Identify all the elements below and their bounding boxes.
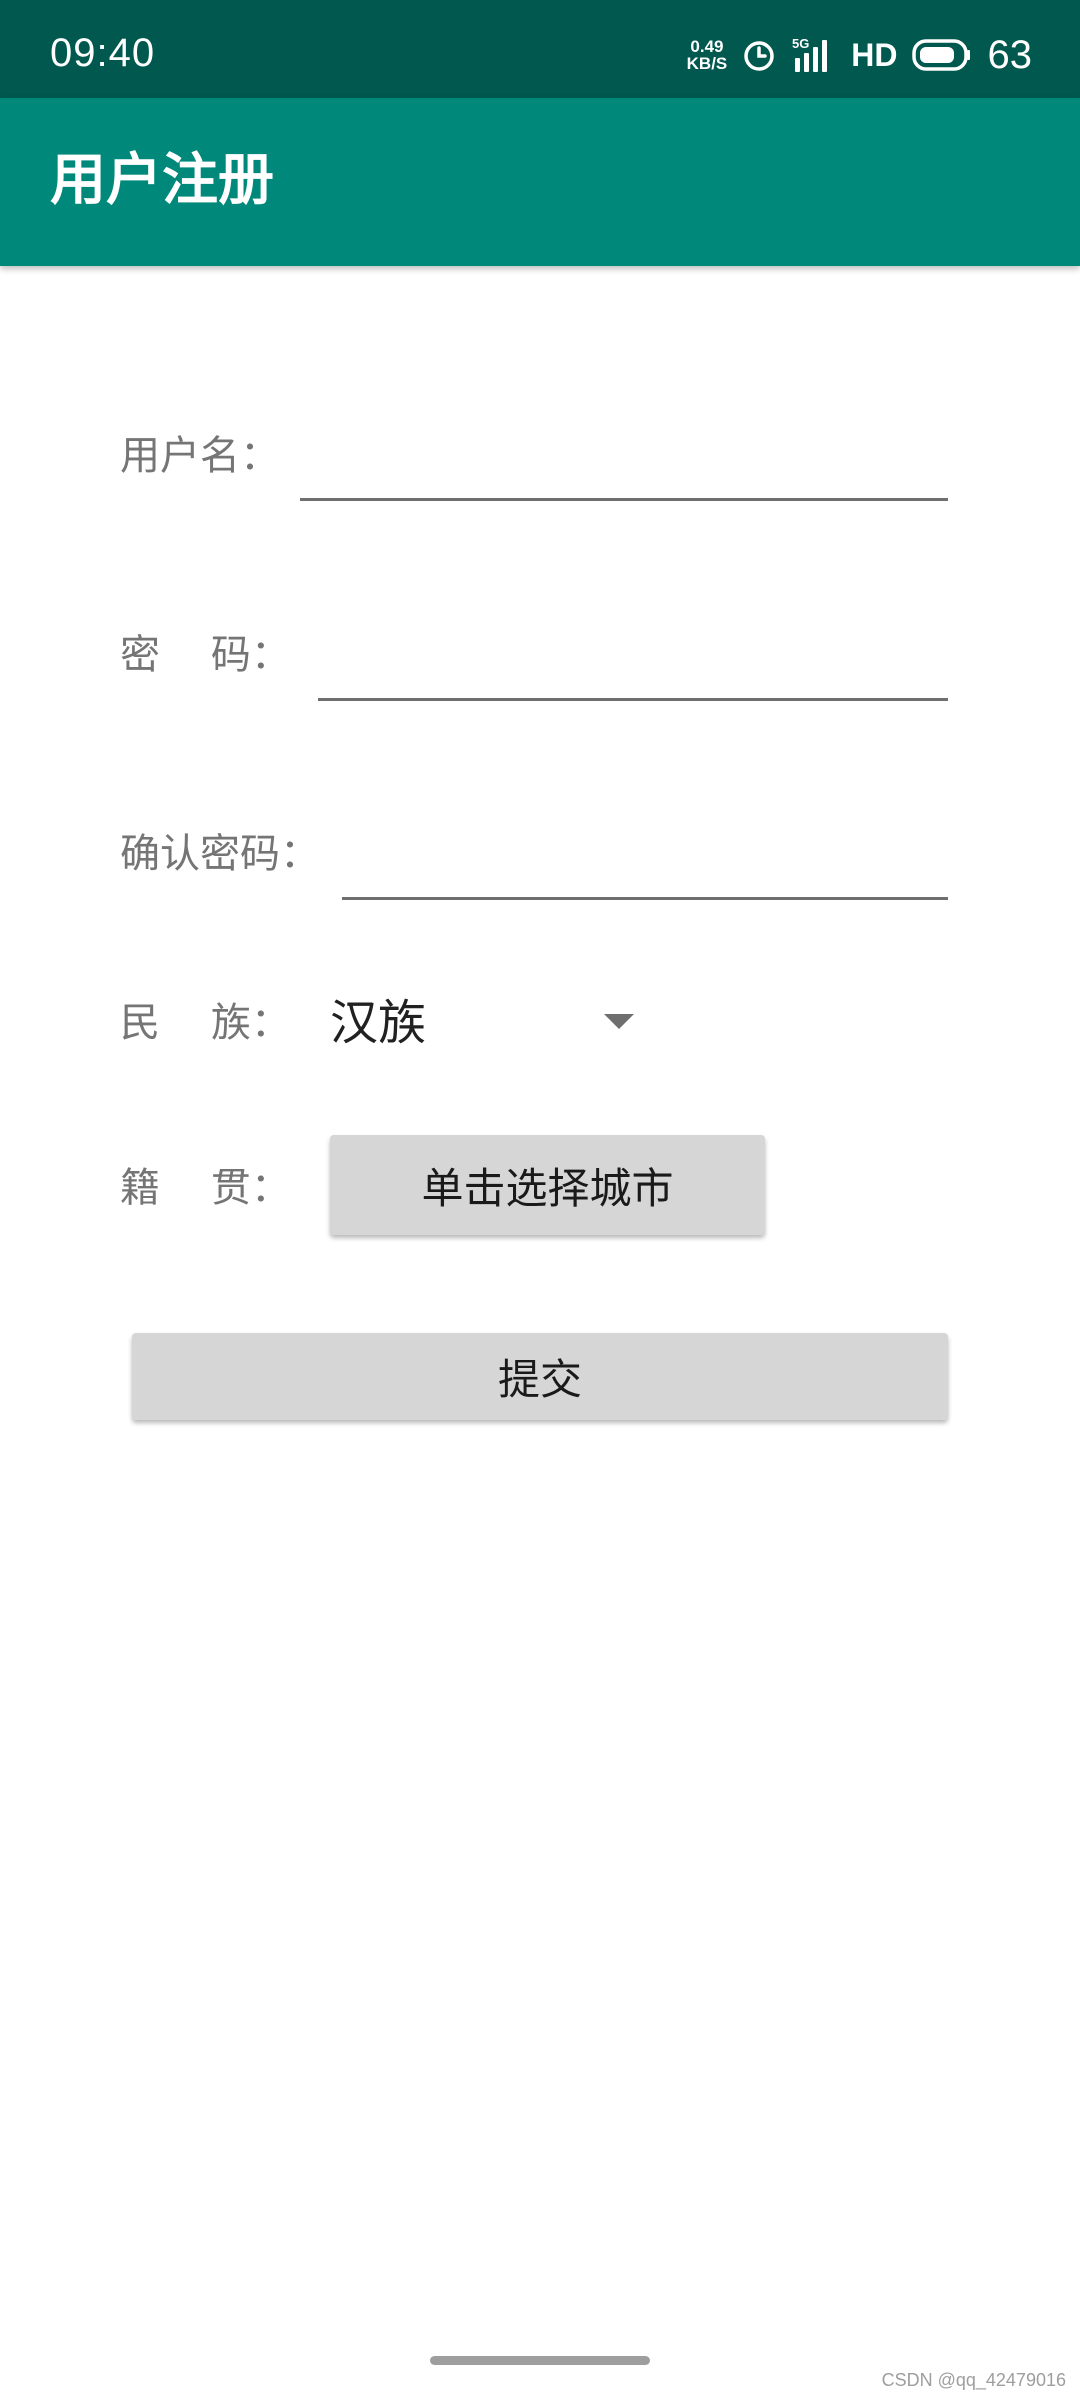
password-label: 密 码： — [120, 632, 291, 678]
native-place-label: 籍 贯： — [120, 1165, 291, 1211]
username-label: 用户名： — [120, 433, 280, 479]
network-speed: 0.49 KB/S — [687, 38, 728, 72]
battery-level: 63 — [987, 32, 1033, 77]
password-underline — [318, 698, 948, 701]
watermark: CSDN @qq_42479016 — [881, 2370, 1066, 2390]
select-city-button-label: 单击选择城市 — [421, 1163, 674, 1213]
password-input[interactable] — [318, 620, 952, 697]
ethnicity-selected-value: 汉族 — [330, 995, 427, 1051]
page-title: 用户注册 — [50, 148, 274, 213]
app-screen: 09:40 0.49 KB/S 5G HD 63 用户注册 用户名： 密 码： … — [0, 0, 1080, 2400]
username-input[interactable] — [300, 420, 952, 497]
submit-button[interactable]: 提交 — [132, 1333, 948, 1420]
alarm-icon — [741, 37, 777, 73]
submit-button-label: 提交 — [497, 1355, 582, 1404]
status-icons: 0.49 KB/S 5G HD 63 — [687, 30, 1032, 80]
network-speed-unit: KB/S — [686, 54, 728, 73]
network-speed-value: 0.49 — [690, 37, 724, 56]
confirm-password-underline — [342, 897, 948, 900]
ethnicity-spinner[interactable]: 汉族 — [330, 990, 640, 1056]
status-time: 09:40 — [50, 31, 156, 75]
home-indicator[interactable] — [430, 2356, 650, 2365]
ethnicity-label: 民 族： — [120, 1000, 291, 1046]
signal-label: 5G — [792, 36, 809, 51]
confirm-password-label: 确认密码： — [120, 831, 320, 877]
confirm-password-input[interactable] — [342, 818, 952, 895]
hd-label: HD — [851, 36, 898, 73]
status-bar: 09:40 0.49 KB/S 5G HD 63 — [0, 0, 1080, 98]
app-bar: 用户注册 — [0, 98, 1080, 266]
dropdown-arrow-icon — [604, 1014, 634, 1029]
username-underline — [300, 498, 948, 501]
battery-icon — [911, 38, 972, 72]
select-city-button[interactable]: 单击选择城市 — [330, 1135, 765, 1235]
signal-5g-icon: 5G — [791, 36, 837, 74]
